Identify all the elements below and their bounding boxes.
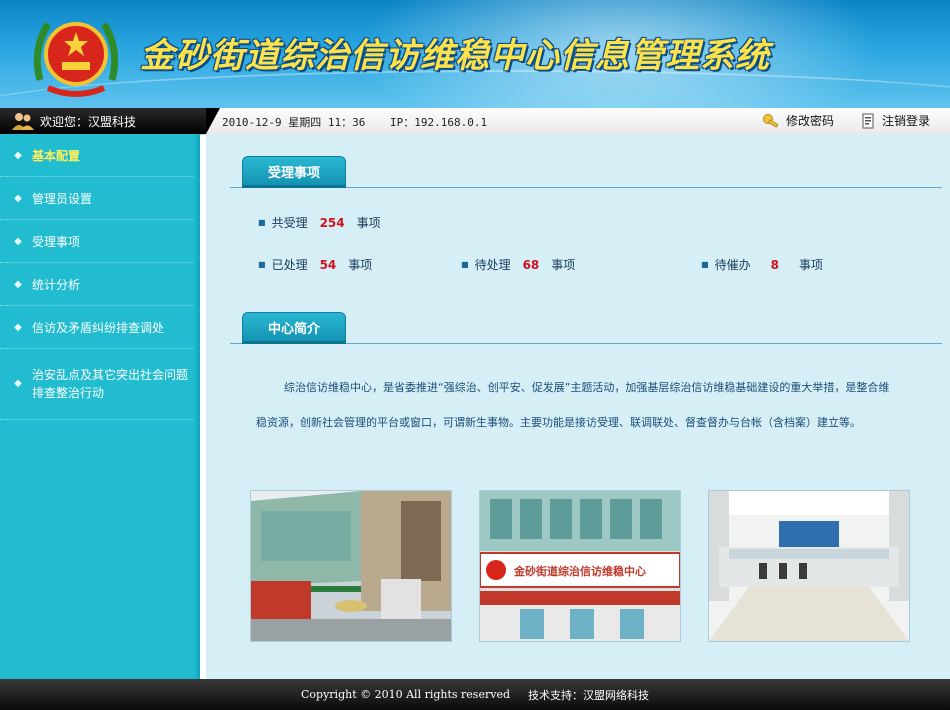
users-icon xyxy=(12,113,34,130)
sidebar-item-label: 受理事项 xyxy=(32,234,81,249)
national-emblem-icon xyxy=(33,22,119,97)
sidebar-item-admin-settings[interactable]: ◆ 管理员设置 xyxy=(0,177,200,220)
photo-center-entrance: 金砂街道综治信访维稳中心 xyxy=(479,490,681,642)
bullet-icon: ◆ xyxy=(14,278,22,290)
ip-address: IP：192.168.0.1 xyxy=(390,116,488,129)
bullet-icon: ◆ xyxy=(14,235,22,247)
photo-reception-hall xyxy=(708,490,910,642)
top-info-bar: 欢迎您：汉盟科技 2010-12-9 星期四 11：36 IP：192.168.… xyxy=(0,108,950,135)
building-photo-image xyxy=(251,491,451,641)
change-password-button[interactable]: 修改密码 xyxy=(762,112,834,129)
section-intro-header: 中心简介 xyxy=(230,310,942,344)
sidebar-item-label: 治安乱点及其它突出社会问题排查整治行动 xyxy=(32,368,189,400)
stat-total-value[interactable]: 254 xyxy=(320,216,345,230)
entrance-photo-image: 金砂街道综治信访维稳中心 xyxy=(480,491,680,641)
section-accepted-header: 受理事项 xyxy=(230,154,942,188)
sidebar-item-petition-disputes[interactable]: ◆ 信访及矛盾纠纷排查调处 xyxy=(0,306,200,349)
stat-handled-prefix: 已处理 xyxy=(271,258,308,272)
stat-pending-prefix: 待处理 xyxy=(474,258,511,272)
change-password-label: 修改密码 xyxy=(786,114,835,128)
stat-urged-prefix: 待催办 xyxy=(714,258,751,272)
photo-building-exterior xyxy=(250,490,452,642)
tab-accepted-matters[interactable]: 受理事项 xyxy=(242,156,346,188)
stat-total-prefix: 共受理 xyxy=(271,216,308,230)
stat-handled-value[interactable]: 54 xyxy=(320,258,337,272)
tab-center-intro[interactable]: 中心简介 xyxy=(242,312,346,344)
key-icon xyxy=(763,113,779,128)
logout-label: 注销登录 xyxy=(882,114,931,128)
stat-urged: ■ 待催办 8 事项 xyxy=(701,256,823,273)
copyright-text: Copyright © 2010 All rights reserved xyxy=(301,688,510,701)
sidebar-item-label: 信访及矛盾纠纷排查调处 xyxy=(32,320,165,335)
bullet-icon: ◆ xyxy=(14,149,22,161)
sidebar-item-accepted-matters[interactable]: ◆ 受理事项 xyxy=(0,220,200,263)
sidebar-item-label: 管理员设置 xyxy=(32,191,93,206)
app-title: 金砂街道综治信访维稳中心信息管理系统 xyxy=(140,36,770,76)
logout-button[interactable]: 注销登录 xyxy=(862,112,930,129)
building-sign-text: 金砂街道综治信访维稳中心 xyxy=(513,564,646,578)
sidebar-item-label: 统计分析 xyxy=(32,277,81,292)
stat-total-suffix: 事项 xyxy=(356,216,381,230)
welcome-panel: 欢迎您：汉盟科技 xyxy=(0,108,220,134)
stat-total: ■ 共受理 254 事项 xyxy=(258,214,381,231)
tech-support-text: 技术支持：汉盟网络科技 xyxy=(528,688,649,702)
stat-urged-value[interactable]: 8 xyxy=(771,258,779,272)
stat-urged-suffix: 事项 xyxy=(798,258,823,272)
logout-icon xyxy=(862,113,874,128)
hall-photo-image xyxy=(709,491,909,641)
bullet-icon: ■ xyxy=(258,218,266,227)
sidebar-item-basic-config[interactable]: ◆ 基本配置 xyxy=(0,134,200,177)
app-footer: Copyright © 2010 All rights reserved 技术支… xyxy=(0,679,950,710)
bullet-icon: ■ xyxy=(701,260,709,269)
stat-pending: ■ 待处理 68 事项 xyxy=(461,256,575,273)
stat-handled-suffix: 事项 xyxy=(348,258,373,272)
center-intro-text: 综治信访维稳中心，是省委推进“强综治、创平安、促发展”主题活动，加强基层综治信访… xyxy=(256,381,890,429)
sidebar-item-statistics[interactable]: ◆ 统计分析 xyxy=(0,263,200,306)
main-content: 受理事项 ■ 共受理 254 事项 ■ 已处理 54 事项 ■ 待处理 68 事… xyxy=(206,134,950,679)
welcome-text: 欢迎您：汉盟科技 xyxy=(40,114,137,129)
sidebar-menu: ◆ 基本配置 ◆ 管理员设置 ◆ 受理事项 ◆ 统计分析 ◆ 信访及矛盾纠纷排查… xyxy=(0,134,200,679)
bullet-icon: ◆ xyxy=(14,192,22,204)
sidebar-item-public-security[interactable]: ◆ 治安乱点及其它突出社会问题排查整治行动 xyxy=(0,349,200,420)
bullet-icon: ■ xyxy=(258,260,266,269)
stat-pending-value[interactable]: 68 xyxy=(523,258,540,272)
stat-handled: ■ 已处理 54 事项 xyxy=(258,256,372,273)
bullet-icon: ◆ xyxy=(14,321,22,333)
sidebar-item-label: 基本配置 xyxy=(32,148,81,163)
bullet-icon: ◆ xyxy=(14,378,22,389)
bullet-icon: ■ xyxy=(461,260,469,269)
current-datetime: 2010-12-9 星期四 11：36 xyxy=(222,116,366,129)
app-header: 金砂街道综治信访维稳中心信息管理系统 xyxy=(0,0,950,108)
stat-pending-suffix: 事项 xyxy=(551,258,576,272)
